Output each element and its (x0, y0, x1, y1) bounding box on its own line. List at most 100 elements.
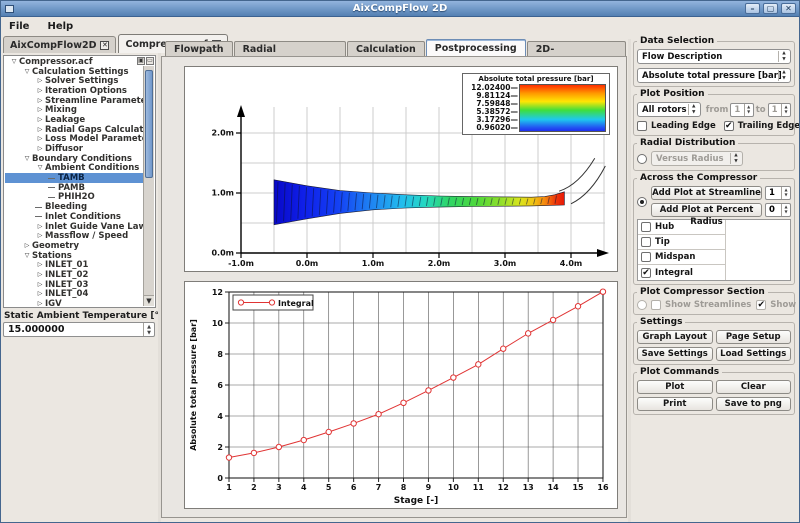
tree-item-leakage[interactable]: ▷Leakage (5, 115, 143, 125)
percent-radius-spinbox[interactable]: 0 ▲▼ (765, 203, 791, 217)
tree-collapsed-icon[interactable]: ▷ (35, 127, 45, 133)
save-settings-button[interactable]: Save Settings (637, 347, 713, 361)
tree-item-ambient-conditions[interactable]: ▽Ambient Conditions (5, 164, 143, 174)
tree-item-igv[interactable]: ▷IGV (5, 299, 143, 306)
tree-collapsed-icon[interactable]: ▷ (35, 117, 45, 123)
tree-expanded-icon[interactable]: ▽ (22, 253, 32, 259)
load-settings-button[interactable]: Load Settings (716, 347, 792, 361)
rotor-selection-combobox[interactable]: All rotors ▲▼ (637, 102, 701, 117)
tree-collapsed-icon[interactable]: ▷ (35, 88, 45, 94)
tree-collapsed-icon[interactable]: ▷ (35, 136, 45, 142)
tree-item-diffusor[interactable]: ▷Diffusor (5, 144, 143, 154)
show-streamlines-checkbox[interactable] (651, 300, 661, 310)
tree-collapsed-icon[interactable]: ▷ (35, 272, 45, 278)
integral-checkbox[interactable]: ✔ (641, 268, 651, 278)
quantity-combobox[interactable]: Absolute total pressure [bar] ▲▼ (637, 68, 791, 83)
list-item-hub[interactable]: Hub (638, 220, 790, 235)
clear-button[interactable]: Clear (716, 380, 792, 394)
menu-file[interactable]: File (9, 21, 29, 32)
tree-collapsed-icon[interactable]: ▷ (22, 243, 32, 249)
tree-item-pamb[interactable]: PAMB (5, 183, 143, 193)
tree-collapsed-icon[interactable]: ▷ (35, 233, 45, 239)
tree-item-inlet-02[interactable]: ▷INLET_02 (5, 270, 143, 280)
tree-item-massflow-speed[interactable]: ▷Massflow / Speed (5, 231, 143, 241)
tree-item-inlet-conditions[interactable]: Inlet Conditions (5, 212, 143, 222)
tree-item-inlet-guide-vane-law[interactable]: ▷Inlet Guide Vane Law (5, 222, 143, 232)
add-plot-streamline-button[interactable]: Add Plot at Streamline (651, 186, 762, 200)
add-plot-percent-radius-button[interactable]: Add Plot at Percent Radius (651, 203, 762, 217)
tree-expand-all-icon[interactable]: ▣ (137, 57, 145, 65)
maximize-button[interactable]: ▢ (763, 3, 778, 14)
tree-item-solver-settings[interactable]: ▷Solver Settings (5, 76, 143, 86)
tree-scrollbar[interactable]: ▼ (143, 66, 154, 306)
to-spinbox[interactable]: 1 ▲▼ (768, 103, 791, 117)
tree-collapsed-icon[interactable]: ▷ (35, 224, 45, 230)
tree-collapsed-icon[interactable]: ▷ (35, 291, 45, 297)
tip-checkbox[interactable] (641, 237, 651, 247)
tree-item-bleeding[interactable]: Bleeding (5, 202, 143, 212)
tree-item-streamline-parameters[interactable]: ▷Streamline Parameters (5, 96, 143, 106)
radial-distribution-radio[interactable] (637, 154, 647, 164)
tree-item-boundary-conditions[interactable]: ▽Boundary Conditions (5, 154, 143, 164)
close-button[interactable]: ✕ (781, 3, 796, 14)
tree-item-tamb[interactable]: TAMB (5, 173, 143, 183)
save-to-png-button[interactable]: Save to png (716, 397, 792, 411)
tab-radial-distribution[interactable]: Radial Distribution (234, 41, 346, 56)
right-splitter[interactable] (628, 39, 631, 522)
tree-collapsed-icon[interactable]: ▷ (35, 78, 45, 84)
print-button[interactable]: Print (637, 397, 713, 411)
temperature-spinbox[interactable]: 15.000000 ▲▼ (3, 322, 155, 337)
midspan-checkbox[interactable] (641, 252, 651, 262)
tree-expanded-icon[interactable]: ▽ (22, 156, 32, 162)
tree-item-iteration-options[interactable]: ▷Iteration Options (5, 86, 143, 96)
tree-item-mixing[interactable]: ▷Mixing (5, 105, 143, 115)
tree-item-inlet-01[interactable]: ▷INLET_01 (5, 260, 143, 270)
hub-checkbox[interactable] (641, 222, 651, 232)
trailing-edge-checkbox[interactable]: ✔ (724, 121, 734, 131)
doctab-aixcompflow2d[interactable]: AixCompFlow2D ✕ (3, 36, 116, 53)
tree-collapsed-icon[interactable]: ▷ (35, 301, 45, 306)
scrollbar-thumb[interactable] (145, 70, 153, 178)
page-setup-button[interactable]: Page Setup (716, 330, 792, 344)
tree-collapsed-icon[interactable]: ▷ (35, 107, 45, 113)
graph-layout-button[interactable]: Graph Layout (637, 330, 713, 344)
tree-expanded-icon[interactable]: ▽ (22, 69, 32, 75)
spinner-arrows-icon[interactable]: ▲▼ (143, 323, 154, 336)
across-compressor-radio[interactable] (637, 197, 647, 207)
leading-edge-checkbox[interactable] (637, 121, 647, 131)
plot-button[interactable]: Plot (637, 380, 713, 394)
minimize-button[interactable]: – (745, 3, 760, 14)
tab-postprocessing[interactable]: Postprocessing (426, 39, 526, 56)
list-item-midspan[interactable]: Midspan (638, 250, 790, 265)
tree-item-inlet-03[interactable]: ▷INLET_03 (5, 280, 143, 290)
menu-help[interactable]: Help (47, 21, 73, 32)
tree-item-geometry[interactable]: ▷Geometry (5, 241, 143, 251)
scrollbar-down-arrow-icon[interactable]: ▼ (144, 295, 154, 306)
tree-item-phih2o[interactable]: PHIH2O (5, 193, 143, 203)
tree-expanded-icon[interactable]: ▽ (9, 59, 19, 65)
tab-calculation[interactable]: Calculation (347, 41, 425, 56)
tree-item-radial-gaps-calculation[interactable]: ▷Radial Gaps Calculation (5, 125, 143, 135)
tree-collapsed-icon[interactable]: ▷ (35, 98, 45, 104)
from-spinbox[interactable]: 1 ▲▼ (730, 103, 753, 117)
data-type-combobox[interactable]: Flow Description ▲▼ (637, 49, 791, 64)
tree-collapsed-icon[interactable]: ▷ (35, 282, 45, 288)
tree-collapse-all-icon[interactable]: ▭ (146, 57, 154, 65)
tree-item-inlet-04[interactable]: ▷INLET_04 (5, 290, 143, 300)
tree-item-loss-model-parameters[interactable]: ▷Loss Model Parameters (5, 135, 143, 145)
show-2d-plot-checkbox[interactable]: ✔ (756, 300, 766, 310)
list-item-integral[interactable]: ✔Integral (638, 265, 790, 280)
streamline-spinbox[interactable]: 1 ▲▼ (765, 186, 791, 200)
tree-expanded-icon[interactable]: ▽ (35, 165, 45, 171)
versus-radius-combobox[interactable]: Versus Radius ▲▼ (651, 151, 743, 166)
list-item-tip[interactable]: Tip (638, 235, 790, 250)
tree-item-compressor-acf[interactable]: ▽Compressor.acf (5, 57, 143, 67)
plot-section-radio[interactable] (637, 300, 647, 310)
tree-item-calculation-settings[interactable]: ▽Calculation Settings (5, 67, 143, 77)
tab-2d-visualization[interactable]: 2D-Visualization (527, 41, 626, 56)
tab-flowpath[interactable]: Flowpath (165, 41, 233, 56)
tree-collapsed-icon[interactable]: ▷ (35, 146, 45, 152)
tree-item-stations[interactable]: ▽Stations (5, 251, 143, 261)
tree-collapsed-icon[interactable]: ▷ (35, 262, 45, 268)
close-tab-icon[interactable]: ✕ (100, 41, 109, 50)
